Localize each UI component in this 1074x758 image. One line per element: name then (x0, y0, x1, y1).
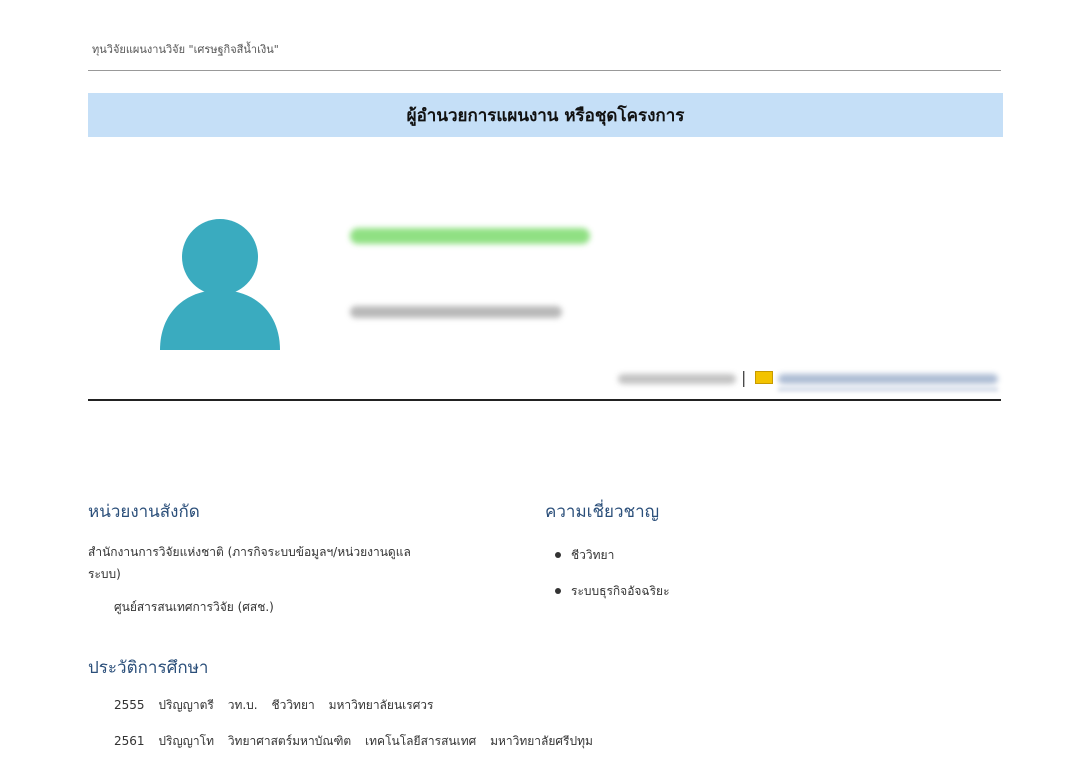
bullet-icon (555, 552, 561, 558)
list-item: ชีววิทยา (555, 545, 670, 581)
redacted-email-link[interactable] (778, 374, 998, 384)
email-link-underline (778, 388, 998, 391)
education-heading: ประวัติการศึกษา (88, 658, 209, 678)
education-year: 2561 (114, 734, 145, 748)
profile-page: ทุนวิจัยแผนงานวิจัย "เศรษฐกิจสีน้ำเงิน" … (0, 0, 1074, 758)
affiliation-org: สำนักงานการวิจัยแห่งชาติ (ภารกิจระบบข้อม… (88, 541, 528, 585)
table-row: 2555 ปริญญาตรี วท.บ. ชีววิทยา มหาวิทยาลั… (114, 696, 444, 715)
affiliation-heading: หน่วยงานสังกัด (88, 502, 200, 522)
role-banner-title: ผู้อำนวยการแผนงาน หรือชุดโครงการ (406, 105, 685, 126)
role-banner: ผู้อำนวยการแผนงาน หรือชุดโครงการ (88, 93, 1003, 137)
expertise-item-label: ระบบธุรกิจอัจฉริยะ (571, 584, 670, 598)
top-divider (88, 70, 1001, 71)
table-row: 2561 ปริญญาโท วิทยาศาสตร์มหาบัณฑิต เทคโน… (114, 732, 603, 751)
redacted-position (350, 306, 562, 318)
affiliation-line-1: สำนักงานการวิจัยแห่งชาติ (ภารกิจระบบข้อม… (88, 545, 411, 559)
expertise-list: ชีววิทยา ระบบธุรกิจอัจฉริยะ (555, 545, 670, 617)
redacted-person-name (350, 228, 590, 244)
profile-divider (88, 399, 1001, 401)
list-item: ระบบธุรกิจอัจฉริยะ (555, 581, 670, 617)
education-abbr: วิทยาศาสตร์มหาบัณฑิต (227, 734, 352, 748)
education-degree: ปริญญาโท (158, 734, 214, 748)
user-silhouette-icon (160, 215, 280, 350)
redacted-phone (618, 374, 736, 384)
bullet-icon (555, 588, 561, 594)
expertise-item-label: ชีววิทยา (571, 548, 615, 562)
education-abbr: วท.บ. (227, 698, 258, 712)
program-caption: ทุนวิจัยแผนงานวิจัย "เศรษฐกิจสีน้ำเงิน" (92, 43, 279, 56)
expertise-heading: ความเชี่ยวชาญ (545, 502, 660, 522)
education-institution: มหาวิทยาลัยนเรศวร (328, 698, 434, 712)
education-institution: มหาวิทยาลัยศรีปทุม (490, 734, 593, 748)
contact-separator: | (741, 368, 747, 387)
affiliation-line-2: ระบบ) (88, 567, 121, 581)
contact-row: | (610, 368, 1002, 392)
education-field: เทคโนโลยีสารสนเทศ (365, 734, 477, 748)
education-field: ชีววิทยา (271, 698, 315, 712)
education-degree: ปริญญาตรี (158, 698, 214, 712)
envelope-icon (755, 371, 773, 384)
education-year: 2555 (114, 698, 145, 712)
affiliation-sub-unit: ศูนย์สารสนเทศการวิจัย (ศสช.) (114, 600, 274, 614)
